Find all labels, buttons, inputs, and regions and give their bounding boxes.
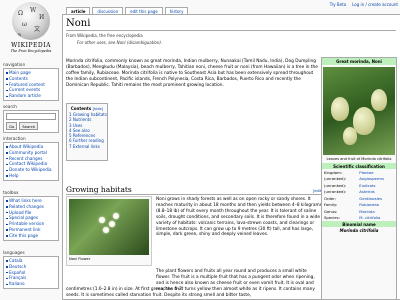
toc-title: Contents [hide]	[69, 106, 105, 111]
search-portlet: search Go Search	[3, 104, 59, 133]
sidebar-toolbox-item[interactable]: Cite this page	[6, 233, 56, 239]
section-heading-text: Growing habitats	[66, 185, 132, 194]
languages-list: Català Deutsch Español Français Italiano	[3, 256, 59, 289]
toc-hide-link[interactable]: [hide]	[93, 107, 104, 111]
toolbox-list: What links here Related changes Upload fil…	[3, 196, 59, 241]
infobox-title: Great morinda, Noni	[322, 58, 396, 65]
sidebar-language-item[interactable]: Italiano	[6, 281, 56, 287]
interaction-list: About Wikipedia Community portal Recent ch…	[3, 142, 59, 181]
content-area: Noni From Wikipedia, the free encycloped…	[62, 14, 400, 300]
languages-portlet: languages Català Deutsch Español Français It…	[3, 250, 59, 289]
search-button[interactable]: Search	[19, 122, 39, 130]
logo-wordmark: WIKIPEDIA	[11, 42, 51, 49]
sidebar: ΩW Иω 文ค WIKIPEDIA The Free Encyclopedia…	[0, 0, 62, 300]
interaction-heading: interaction	[3, 136, 26, 141]
wikipedia-logo[interactable]: ΩW Иω 文ค WIKIPEDIA The Free Encyclopedia	[4, 2, 58, 60]
toc-list: 1 Growing habitats 2 Nutrients 3 Uses 4 See…	[69, 112, 107, 149]
infobox-caption: Leaves and fruit of Morinda citrifolia	[326, 157, 392, 161]
navigation-heading: navigation	[3, 62, 26, 67]
thumbnail-caption: Noni Flower	[69, 257, 91, 261]
tab-article[interactable]: article	[66, 7, 91, 14]
tab-history[interactable]: history	[164, 7, 189, 14]
noni-flower-image	[69, 199, 149, 255]
go-button[interactable]: Go	[6, 122, 18, 130]
toc-heading: Contents	[70, 106, 92, 111]
toc-item[interactable]: 6 Further reading	[69, 138, 105, 143]
growing-paragraph-1: Noni grows in shady forests as well as o…	[156, 197, 322, 238]
toolbox-heading: toolbox	[3, 190, 19, 195]
search-heading: search	[3, 104, 17, 109]
binomial-name: Morinda citrifolia	[339, 228, 379, 233]
section-heading-growing-habitats: Growing habitats [edit]	[66, 185, 323, 195]
globe-icon: ΩW Иω 文ค	[12, 2, 50, 40]
search-input[interactable]	[6, 113, 56, 120]
navigation-portlet: navigation Main page Contents Featured con…	[3, 62, 59, 101]
login-link[interactable]: Log in / create account	[352, 2, 398, 8]
table-of-contents: Contents [hide] 1 Growing habitats 2 Nutr…	[66, 103, 108, 161]
lead-paragraph: Morinda citrifolia, commonly known as gr…	[66, 59, 318, 88]
toolbox-portlet: toolbox What links here Related changes Up…	[3, 190, 59, 241]
disambiguation-note[interactable]: For other uses, see Noni (disambiguation…	[77, 40, 400, 45]
classification-table: Kingdom: Plantae (unranked): Angiosperms (un…	[322, 169, 396, 221]
infobox-image[interactable]	[323, 67, 395, 155]
interaction-portlet: interaction About Wikipedia Community por…	[3, 136, 59, 181]
toc-item[interactable]: 7 External links	[69, 144, 105, 149]
logo-tagline: The Free Encyclopedia	[10, 49, 52, 53]
page-tabs: article discussion edit this page histor…	[66, 7, 189, 14]
user-link[interactable]: Try Beta	[330, 2, 346, 8]
page-title: Noni	[66, 18, 396, 31]
languages-heading: languages	[3, 250, 25, 255]
classification-heading: Scientific classification	[322, 163, 396, 169]
tab-discussion[interactable]: discussion	[92, 7, 124, 14]
sidebar-nav-item[interactable]: Random article	[6, 93, 56, 99]
growing-paragraph-3: centimetres (1.6–2.8 in) in size. At fir…	[66, 287, 315, 298]
infobox: Great morinda, Noni Leaves and fruit of …	[321, 57, 397, 299]
tab-edit[interactable]: edit this page	[125, 7, 163, 14]
noni-flower-thumbnail[interactable]: Noni Flower	[66, 196, 152, 266]
navigation-list: Main page Contents Featured content Current…	[3, 68, 59, 101]
personal-tools: Try Beta Log in / create account	[330, 2, 398, 8]
sidebar-interaction-item[interactable]: Help	[6, 173, 56, 179]
site-subtitle: From Wikipedia, the free encyclopedia	[66, 33, 143, 38]
